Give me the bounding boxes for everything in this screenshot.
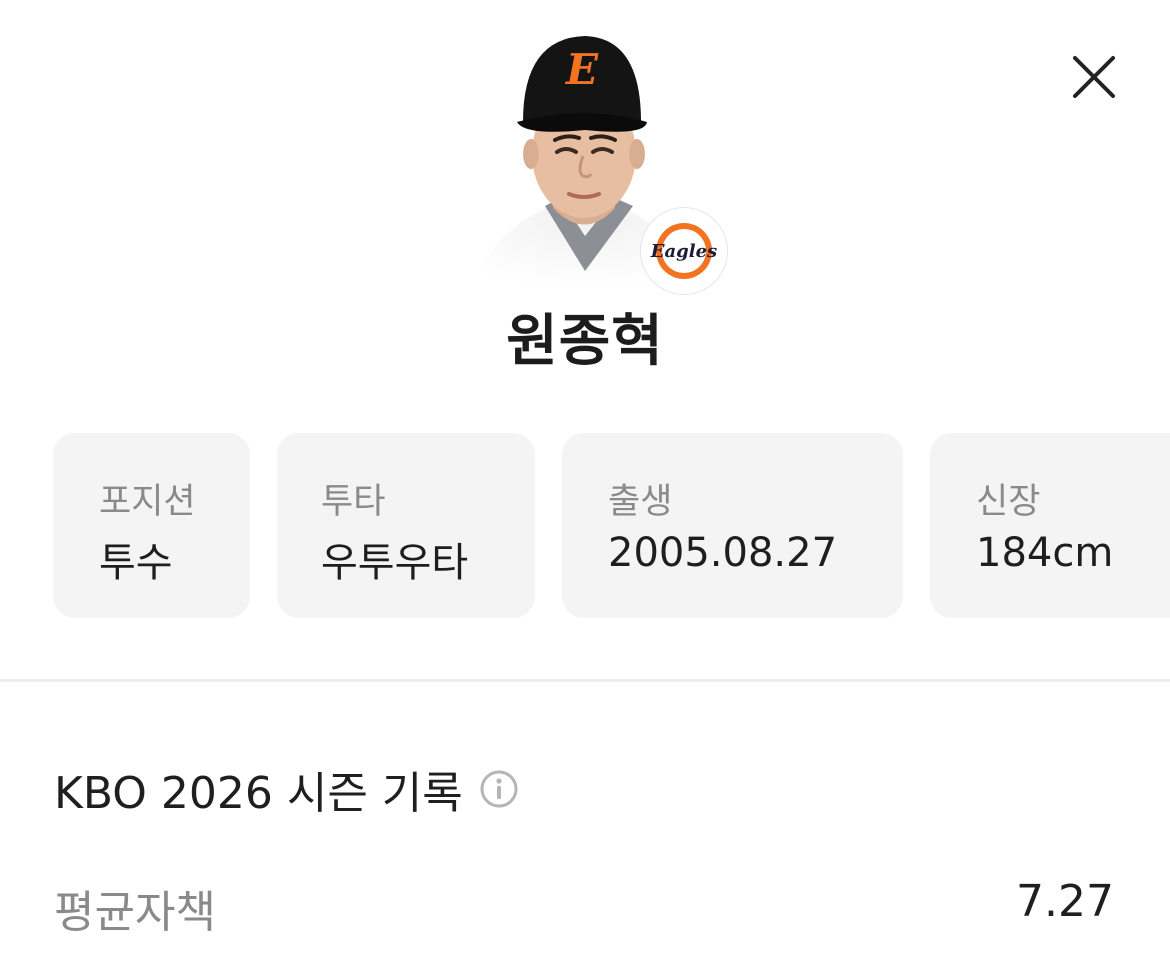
info-card-value: 투수 (99, 540, 173, 586)
season-record-title: KBO 2026 시즌 기록 (54, 768, 463, 819)
team-logo-badge: Eagles (641, 208, 727, 294)
info-card-value: 2005.08.27 (608, 530, 838, 576)
team-logo-text: Eagles (650, 241, 717, 262)
section-divider (0, 679, 1170, 682)
info-card-position: 포지션 투수 (53, 433, 250, 618)
player-name: 원종혁 (506, 309, 664, 374)
info-card-value: 우투우타 (321, 540, 469, 586)
season-record-heading: KBO 2026 시즌 기록 (54, 757, 519, 821)
stat-value: 7.27 (1016, 876, 1114, 927)
info-card-bat-throw: 투타 우투우타 (277, 433, 535, 618)
info-card-label: 신장 (976, 482, 1041, 522)
info-button[interactable] (479, 769, 519, 809)
close-button[interactable] (1062, 45, 1126, 109)
player-detail-sheet: E Eagles 원종혁 포지션 투수 투타 우투우타 출생 2005.08.2… (0, 0, 1170, 957)
info-card-label: 출생 (608, 482, 673, 522)
close-icon (1073, 56, 1115, 98)
info-card-label: 포지션 (99, 482, 196, 522)
info-circle-icon (480, 770, 518, 808)
stat-label: 평균자책 (54, 887, 216, 938)
stat-row-era: 평균자책 7.27 (54, 876, 1114, 938)
info-card-height: 신장 184cm (930, 433, 1170, 618)
info-card-value: 184cm (976, 530, 1114, 576)
info-card-birth: 출생 2005.08.27 (562, 433, 903, 618)
info-card-label: 투타 (321, 482, 386, 522)
cap-logo-letter: E (565, 45, 599, 94)
